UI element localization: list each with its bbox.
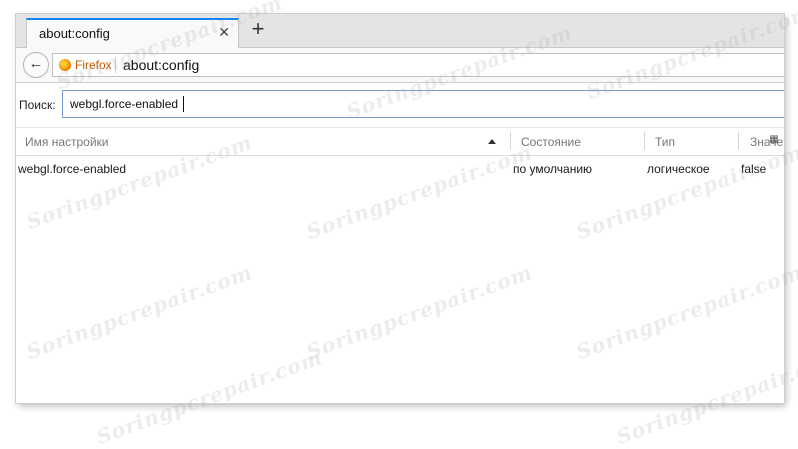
cell-type: логическое <box>647 162 710 176</box>
column-divider[interactable] <box>510 132 511 150</box>
column-header-status[interactable]: Состояние <box>521 135 581 149</box>
url-separator <box>115 57 116 73</box>
table-header: Имя настройки Состояние Тип Значе ▦ <box>16 127 784 156</box>
search-label: Поиск: <box>19 98 56 112</box>
cell-value: false <box>741 162 767 176</box>
tab-strip: about:config ✕ + <box>16 14 784 48</box>
close-icon[interactable]: ✕ <box>218 24 230 40</box>
cell-status: по умолчанию <box>513 162 593 176</box>
url-text[interactable]: about:config <box>123 57 199 73</box>
text-caret <box>183 96 184 112</box>
firefox-icon <box>59 59 71 71</box>
tab-about-config[interactable]: about:config ✕ <box>26 18 239 48</box>
navigation-bar: ← Firefox about:config <box>16 48 784 83</box>
sort-ascending-icon <box>488 139 496 144</box>
url-bar[interactable]: Firefox about:config <box>52 53 784 77</box>
identity-label: Firefox <box>75 58 112 72</box>
tab-title: about:config <box>39 26 110 41</box>
search-input[interactable] <box>62 90 784 118</box>
search-row: Поиск: <box>16 83 784 125</box>
column-picker-icon[interactable]: ▦ <box>767 131 781 149</box>
column-header-type[interactable]: Тип <box>655 135 675 149</box>
back-arrow-icon[interactable]: ← <box>23 52 49 78</box>
browser-window: about:config ✕ + ← Firefox about:config … <box>16 14 784 403</box>
table-row[interactable]: webgl.force-enabled по умолчанию логичес… <box>16 156 784 181</box>
plus-icon[interactable]: + <box>247 18 269 41</box>
column-divider[interactable] <box>644 132 645 150</box>
column-header-name[interactable]: Имя настройки <box>25 135 109 149</box>
cell-name: webgl.force-enabled <box>18 162 127 176</box>
column-divider[interactable] <box>738 132 739 150</box>
